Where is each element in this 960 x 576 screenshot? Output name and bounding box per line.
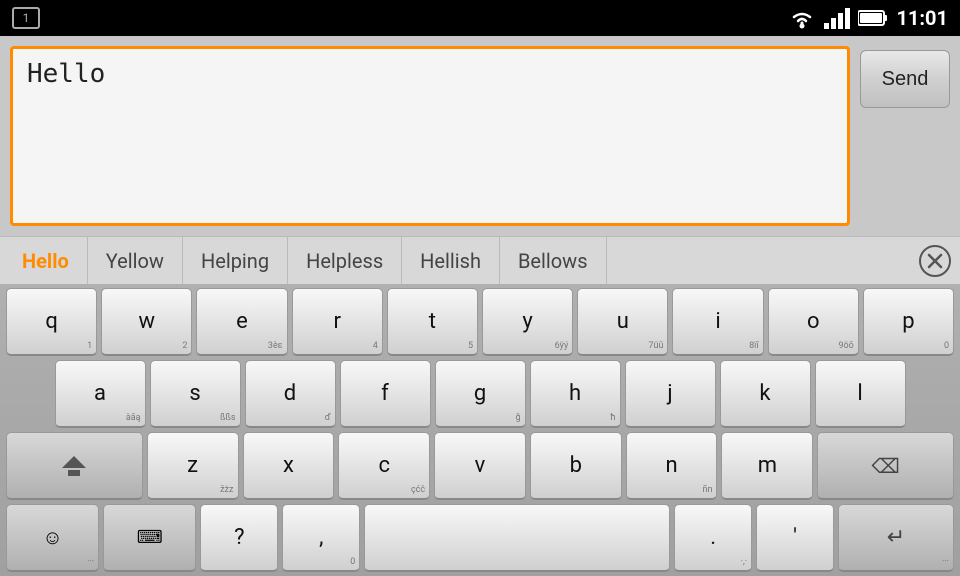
- keyboard: q1 w2 e3èε r4 t5 y6ÿý u7üū i8ïī o9öō p0 …: [0, 284, 960, 576]
- key-period[interactable]: .·,·: [674, 504, 752, 572]
- key-b[interactable]: b: [530, 432, 622, 500]
- row2-spacer-right: [910, 360, 955, 428]
- text-input[interactable]: Hello: [10, 46, 850, 226]
- key-a[interactable]: aàāą: [55, 360, 146, 428]
- key-d[interactable]: dď: [245, 360, 336, 428]
- key-question[interactable]: ?: [200, 504, 278, 572]
- suggestion-yellow[interactable]: Yellow: [88, 237, 183, 284]
- key-z[interactable]: zžżz: [147, 432, 239, 500]
- key-y[interactable]: y6ÿý: [482, 288, 573, 356]
- key-i[interactable]: i8ïī: [672, 288, 763, 356]
- keyboard-row-2: aàāą sßßs dď f gğ hħ j k l: [6, 360, 954, 428]
- keyboard-row-4: ☺··· ⌨ ? ,0 .·,· ' ↵ ···: [6, 504, 954, 572]
- suggestion-hello[interactable]: Hello: [4, 237, 88, 284]
- input-area: Hello Send: [0, 36, 960, 236]
- keyboard-switch-key[interactable]: ⌨: [103, 504, 196, 572]
- keyboard-row-1: q1 w2 e3èε r4 t5 y6ÿý u7üū i8ïī o9öō p0: [6, 288, 954, 356]
- key-s[interactable]: sßßs: [150, 360, 241, 428]
- notification-number: 1: [23, 11, 30, 25]
- delete-icon: ⌫: [871, 454, 899, 478]
- space-key[interactable]: [364, 504, 670, 572]
- send-button[interactable]: Send: [860, 50, 950, 108]
- notification-icon: 1: [12, 7, 40, 29]
- key-u[interactable]: u7üū: [577, 288, 668, 356]
- key-w[interactable]: w2: [101, 288, 192, 356]
- key-e[interactable]: e3èε: [196, 288, 287, 356]
- emoji-key[interactable]: ☺···: [6, 504, 99, 572]
- key-n[interactable]: nñn: [626, 432, 718, 500]
- key-x[interactable]: x: [243, 432, 335, 500]
- signal-icon: [824, 7, 850, 29]
- enter-icon: ↵: [887, 525, 905, 550]
- close-circle-icon: [919, 245, 951, 277]
- suggestion-hellish[interactable]: Hellish: [402, 237, 500, 284]
- key-c[interactable]: cçćĉ: [338, 432, 430, 500]
- key-t[interactable]: t5: [387, 288, 478, 356]
- shift-arrow-icon: [62, 456, 86, 468]
- key-comma[interactable]: ,0: [282, 504, 360, 572]
- key-h[interactable]: hħ: [530, 360, 621, 428]
- time-display: 11:01: [896, 6, 948, 30]
- suggestion-helping[interactable]: Helping: [183, 237, 288, 284]
- status-bar: 1 11:01: [0, 0, 960, 36]
- status-icons: 11:01: [788, 6, 948, 30]
- key-k[interactable]: k: [720, 360, 811, 428]
- keyboard-row-3: zžżz x cçćĉ v b nñn m ⌫: [6, 432, 954, 500]
- status-left: 1: [12, 7, 40, 29]
- key-m[interactable]: m: [721, 432, 813, 500]
- key-r[interactable]: r4: [292, 288, 383, 356]
- key-g[interactable]: gğ: [435, 360, 526, 428]
- suggestion-close-button[interactable]: [914, 240, 956, 282]
- suggestion-helpless[interactable]: Helpless: [288, 237, 402, 284]
- shift-key[interactable]: [6, 432, 143, 500]
- key-l[interactable]: l: [815, 360, 906, 428]
- enter-key[interactable]: ↵ ···: [838, 504, 954, 572]
- shift-bar-icon: [68, 470, 80, 476]
- row2-spacer-left: [6, 360, 51, 428]
- key-q[interactable]: q1: [6, 288, 97, 356]
- key-p[interactable]: p0: [863, 288, 954, 356]
- keyboard-icon: ⌨: [137, 527, 163, 548]
- suggestions-bar: Hello Yellow Helping Helpless Hellish Be…: [0, 236, 960, 284]
- key-f[interactable]: f: [340, 360, 431, 428]
- battery-icon: [858, 7, 888, 29]
- key-v[interactable]: v: [434, 432, 526, 500]
- key-j[interactable]: j: [625, 360, 716, 428]
- delete-key[interactable]: ⌫: [817, 432, 954, 500]
- wifi-icon: [788, 7, 816, 29]
- key-o[interactable]: o9öō: [768, 288, 859, 356]
- suggestion-bellows[interactable]: Bellows: [500, 237, 607, 284]
- key-apostrophe[interactable]: ': [756, 504, 834, 572]
